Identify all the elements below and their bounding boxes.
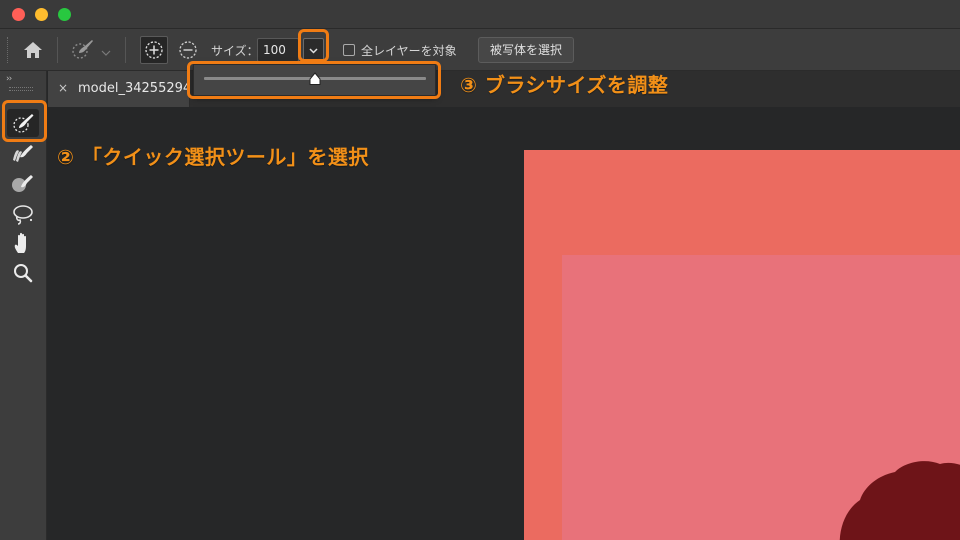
add-selection-icon [145,41,163,59]
options-bar: サイズ： 100 全レイヤーを対象 被写体を選択 [0,29,960,71]
highlight-size-slider [187,61,441,99]
tool-preset-button[interactable] [70,38,94,62]
document-tab-title: model_34255294 [78,81,190,96]
all-layers-label: 全レイヤーを対象 [361,44,457,58]
all-layers-checkbox[interactable] [343,44,355,56]
highlight-quick-selection-tool [2,100,47,142]
lasso-tool[interactable] [7,199,39,227]
refine-brush-tool[interactable] [7,139,39,167]
select-subject-button[interactable]: 被写体を選択 [478,37,574,63]
lasso-icon [13,205,33,225]
paint-brush-icon [12,175,33,192]
options-bar-grip[interactable] [7,37,9,63]
brush-size-input[interactable]: 100 [257,38,299,62]
quick-selection-brush-icon [72,40,93,59]
highlight-size-dropdown [298,29,329,62]
document-tab[interactable]: × model_34255294 [48,71,190,107]
title-bar [0,0,960,29]
subject-hair [839,461,960,540]
annotation-step-2: ② 「クイック選択ツール」を選択 [57,145,369,169]
zoom-icon [14,264,33,283]
hand-icon [14,232,26,253]
home-button[interactable] [21,38,45,62]
options-separator [125,37,126,63]
zoom-tool[interactable] [7,259,39,287]
collapse-panel-button[interactable]: ›› [6,74,12,84]
chevron-down-icon[interactable] [101,43,111,56]
add-to-selection-button[interactable] [140,36,168,64]
hand-tool[interactable] [7,229,39,257]
close-window-button[interactable] [12,8,25,21]
subtract-from-selection-button[interactable] [175,37,201,63]
refine-edge-brush-icon [13,145,33,162]
tools-panel-grip[interactable] [9,87,33,91]
options-separator [57,37,58,63]
size-label: サイズ： [211,44,259,58]
zoom-window-button[interactable] [58,8,71,21]
subtract-selection-icon [179,41,197,59]
app-window: サイズ： 100 全レイヤーを対象 被写体を選択 ›› × model_3425… [0,0,960,540]
minimize-window-button[interactable] [35,8,48,21]
home-icon [24,42,42,58]
close-tab-button[interactable]: × [58,81,68,95]
brush-tool[interactable] [7,169,39,197]
annotation-step-3: ③ ブラシサイズを調整 [460,73,669,97]
